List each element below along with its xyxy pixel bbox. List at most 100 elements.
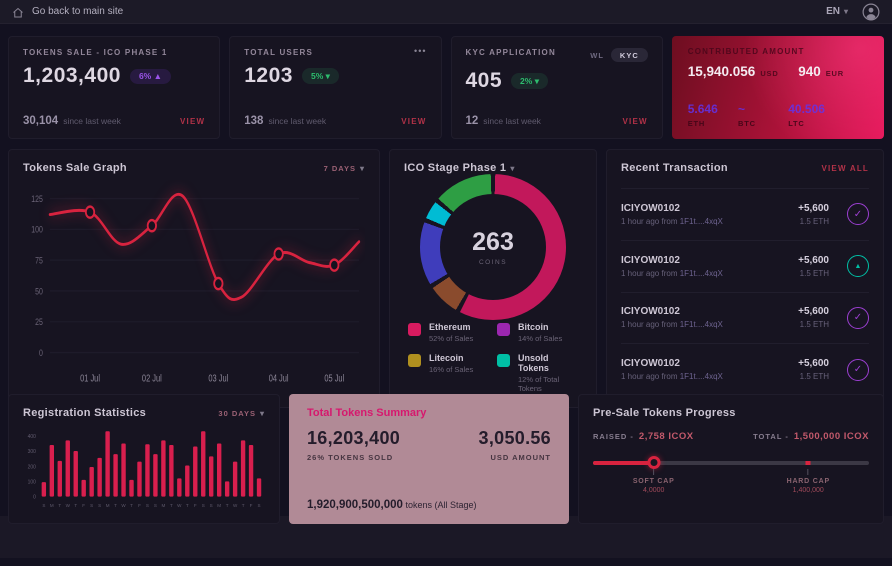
donut-center: 263 COINS bbox=[440, 194, 546, 300]
svg-text:W: W bbox=[177, 503, 182, 508]
wl-kyc-toggle: WL KYC bbox=[590, 48, 648, 62]
svg-text:S: S bbox=[202, 503, 205, 508]
svg-text:M: M bbox=[106, 503, 110, 508]
svg-text:04 Jul: 04 Jul bbox=[269, 373, 289, 384]
delta-value: 12 bbox=[466, 115, 479, 127]
svg-text:M: M bbox=[217, 503, 221, 508]
registration-bar-chart: 0100200300400SMTWTFSSMTWTFSSMTWTFSSMTWTF… bbox=[23, 423, 265, 511]
usd-amount: 15,940.056 bbox=[688, 64, 756, 79]
svg-text:W: W bbox=[66, 503, 71, 508]
trend-badge: 6% ▲ bbox=[130, 69, 171, 84]
svg-text:F: F bbox=[82, 503, 85, 508]
eur-unit: EUR bbox=[826, 69, 844, 78]
coins-label: COINS bbox=[479, 259, 507, 266]
tokens-sale-card: TOKENS SALE - ICO PHASE 1 1,203,400 6% ▲… bbox=[8, 36, 220, 139]
panel-title: Registration Statistics bbox=[23, 407, 146, 419]
legend-item-bitcoin: Bitcoin14% of Sales bbox=[497, 322, 578, 343]
svg-text:0: 0 bbox=[33, 495, 36, 501]
total-tokens-summary-card: Total Tokens Summary 16,203,400 26% TOKE… bbox=[289, 394, 569, 524]
unsold-tokens-swatch bbox=[497, 354, 510, 367]
ltc-unit: LTC bbox=[788, 119, 838, 128]
wallet-address: 1F1t....4xqX bbox=[680, 320, 723, 329]
tokens-sold-value: 16,203,400 bbox=[307, 428, 400, 449]
chevron-down-icon: ▾ bbox=[844, 7, 848, 16]
svg-text:05 Jul: 05 Jul bbox=[324, 373, 344, 384]
trend-badge: 2% ▾ bbox=[511, 73, 548, 89]
total-value: 1,500,000 ICOX bbox=[794, 431, 869, 442]
kyc-value: 405 bbox=[466, 69, 503, 93]
chevron-down-icon: ▾ bbox=[510, 164, 514, 173]
svg-text:75: 75 bbox=[35, 256, 43, 266]
topbar: Go back to main site EN ▾ bbox=[0, 0, 892, 24]
presale-progress-slider[interactable]: SOFT CAP 4,0000 HARD CAP 1,400,000 bbox=[593, 456, 869, 496]
transaction-row[interactable]: ICIYOW0102 1 hour ago from 1F1t....4xqX … bbox=[621, 240, 869, 292]
svg-text:T: T bbox=[130, 503, 133, 508]
wl-toggle-option[interactable]: WL bbox=[590, 51, 604, 60]
btc-amount: ~ bbox=[738, 102, 788, 116]
svg-text:100: 100 bbox=[28, 479, 36, 485]
tokens-sold-label: 26% TOKENS SOLD bbox=[307, 453, 400, 462]
bitcoin-swatch bbox=[497, 323, 510, 336]
svg-text:T: T bbox=[114, 503, 117, 508]
hard-cap-notch bbox=[806, 461, 811, 465]
view-button[interactable]: VIEW bbox=[180, 117, 205, 126]
back-label: Go back to main site bbox=[32, 6, 123, 17]
slider-handle[interactable] bbox=[647, 456, 660, 469]
view-button[interactable]: VIEW bbox=[401, 117, 426, 126]
usd-amount-value: 3,050.56 bbox=[479, 428, 551, 449]
total-label: TOTAL - bbox=[753, 432, 789, 441]
hard-cap-marker: HARD CAP 1,400,000 bbox=[787, 469, 830, 494]
svg-text:F: F bbox=[138, 503, 141, 508]
tick-mark bbox=[808, 469, 809, 475]
transaction-row[interactable]: ICIYOW0102 1 hour ago from 1F1t....4xqX … bbox=[621, 292, 869, 344]
legend-item-litecoin: Litecoin16% of Sales bbox=[408, 353, 489, 393]
slider-fill bbox=[593, 461, 654, 465]
svg-text:25: 25 bbox=[35, 317, 43, 327]
eth-amount: 5.646 bbox=[688, 102, 738, 116]
kyc-toggle-option[interactable]: KYC bbox=[611, 48, 648, 62]
back-to-main-site-link[interactable]: Go back to main site bbox=[12, 6, 123, 18]
donut-legend: Ethereum52% of Sales Bitcoin14% of Sales… bbox=[404, 320, 582, 395]
transaction-status-icon bbox=[847, 203, 869, 225]
view-button[interactable]: VIEW bbox=[623, 117, 648, 126]
svg-text:W: W bbox=[233, 503, 238, 508]
transaction-row[interactable]: ICIYOW0102 1 hour ago from 1F1t....4xqX … bbox=[621, 343, 869, 395]
svg-text:400: 400 bbox=[28, 434, 36, 440]
transaction-status-icon bbox=[847, 255, 869, 277]
svg-text:T: T bbox=[186, 503, 189, 508]
total-users-value: 1203 bbox=[244, 64, 293, 88]
card-label: TOKENS SALE - ICO PHASE 1 bbox=[23, 48, 168, 57]
eth-unit: ETH bbox=[688, 119, 738, 128]
svg-text:S: S bbox=[154, 503, 157, 508]
kyc-application-card: KYC APPLICATION WL KYC 405 2% ▾ 12 since… bbox=[451, 36, 663, 139]
transaction-row[interactable]: ICIYOW0102 1 hour ago from 1F1t....4xqX … bbox=[621, 188, 869, 240]
recent-transaction-panel: Recent Transaction VIEW ALL ICIYOW0102 1… bbox=[606, 149, 884, 408]
svg-text:300: 300 bbox=[28, 449, 36, 455]
delta-suffix: since last week bbox=[268, 116, 326, 126]
range-dropdown[interactable]: 30 DAYS ▾ bbox=[218, 409, 265, 418]
summary-title: Total Tokens Summary bbox=[307, 407, 551, 419]
panel-title: Pre-Sale Tokens Progress bbox=[593, 407, 736, 419]
presale-progress-panel: Pre-Sale Tokens Progress RAISED - 2,758 … bbox=[578, 394, 884, 524]
transaction-status-icon bbox=[847, 359, 869, 381]
more-menu-icon[interactable]: ••• bbox=[414, 48, 426, 54]
wallet-address: 1F1t....4xqX bbox=[680, 269, 723, 278]
legend-item-ethereum: Ethereum52% of Sales bbox=[408, 322, 489, 343]
range-dropdown[interactable]: 7 DAYS ▾ bbox=[324, 164, 365, 173]
user-avatar[interactable] bbox=[862, 3, 880, 21]
svg-text:200: 200 bbox=[28, 464, 36, 470]
registration-statistics-panel: Registration Statistics 30 DAYS ▾ 0 100 20… bbox=[8, 394, 280, 524]
legend-item-unsold: Unsold Tokens12% of Total Tokens bbox=[497, 353, 578, 393]
transaction-list: ICIYOW0102 1 hour ago from 1F1t....4xqX … bbox=[621, 188, 869, 395]
language-selector[interactable]: EN ▾ bbox=[826, 6, 848, 17]
btc-unit: BTC bbox=[738, 119, 788, 128]
svg-text:S: S bbox=[210, 503, 213, 508]
ico-stage-dropdown[interactable]: ICO Stage Phase 1 ▾ bbox=[404, 162, 515, 174]
svg-text:F: F bbox=[194, 503, 197, 508]
svg-text:02 Jul: 02 Jul bbox=[142, 373, 162, 384]
view-all-button[interactable]: VIEW ALL bbox=[821, 164, 869, 173]
panel-title: Recent Transaction bbox=[621, 162, 728, 174]
transaction-status-icon bbox=[847, 307, 869, 329]
svg-text:S: S bbox=[90, 503, 93, 508]
tick-mark bbox=[653, 469, 654, 475]
